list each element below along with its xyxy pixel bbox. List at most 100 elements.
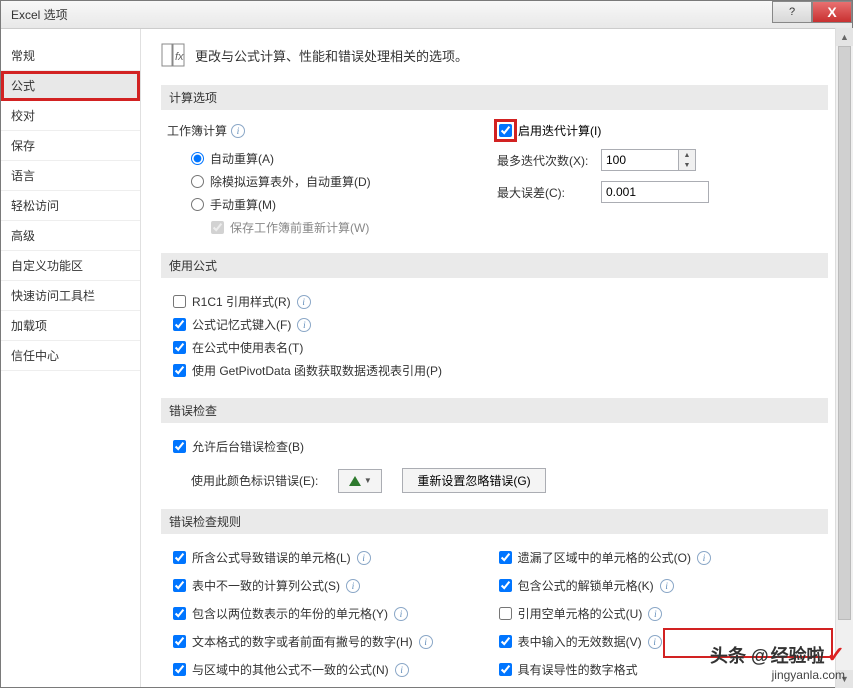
check-table-names[interactable]: 在公式中使用表名(T): [167, 336, 828, 359]
rule-two-digit-year[interactable]: 包含以两位数表示的年份的单元格(Y) i: [167, 602, 433, 625]
info-icon[interactable]: i: [395, 663, 409, 677]
error-color-picker[interactable]: ▼: [338, 469, 382, 493]
section-calc-options: 计算选项: [161, 85, 828, 110]
rules-right-col: 遗漏了区域中的单元格的公式(O) i 包含公式的解锁单元格(K)i 引用空单元格的…: [493, 546, 711, 681]
sidebar-item-language[interactable]: 语言: [1, 161, 140, 191]
rule-error-cells-input[interactable]: [173, 551, 186, 564]
rule-text-numbers[interactable]: 文本格式的数字或者前面有撇号的数字(H)i: [167, 630, 433, 653]
max-change-row: 最大误差(C):: [497, 181, 828, 203]
check-enable-iteration[interactable]: [499, 124, 512, 137]
sidebar-item-advanced[interactable]: 高级: [1, 221, 140, 251]
info-icon[interactable]: i: [648, 607, 662, 621]
spinner-buttons: ▲ ▼: [679, 149, 696, 171]
svg-text:fx: fx: [175, 51, 184, 63]
check-getpivot-label: 使用 GetPivotData 函数获取数据透视表引用(P): [192, 362, 442, 379]
rule-misleading-format-label: 具有误导性的数字格式: [518, 661, 638, 678]
close-button[interactable]: X: [812, 1, 852, 23]
check-bg-error-label: 允许后台错误检查(B): [192, 438, 304, 455]
rule-omit-cells-input[interactable]: [499, 551, 512, 564]
sidebar-item-general[interactable]: 常规: [1, 41, 140, 71]
rule-invalid-table-data[interactable]: 表中输入的无效数据(V) i: [493, 630, 711, 653]
formula-icon: fx: [161, 43, 185, 67]
max-iterations-spinner: ▲ ▼: [601, 149, 696, 171]
scroll-up-icon[interactable]: ▲: [836, 28, 853, 46]
sidebar-item-proofing[interactable]: 校对: [1, 101, 140, 131]
rule-inconsistent-col-input[interactable]: [173, 579, 186, 592]
rule-error-cells-label: 所含公式导致错误的单元格(L): [192, 549, 351, 566]
rule-invalid-table-data-input[interactable]: [499, 635, 512, 648]
info-icon[interactable]: i: [297, 318, 311, 332]
check-r1c1-input[interactable]: [173, 295, 186, 308]
sidebar-item-trust-center[interactable]: 信任中心: [1, 341, 140, 371]
check-recalc-before-save-label: 保存工作簿前重新计算(W): [230, 219, 369, 236]
sidebar-item-customize-ribbon[interactable]: 自定义功能区: [1, 251, 140, 281]
radio-auto-except[interactable]: 除模拟运算表外，自动重算(D): [167, 170, 437, 193]
info-icon[interactable]: i: [394, 607, 408, 621]
max-iterations-input[interactable]: [601, 149, 679, 171]
check-bg-error[interactable]: 允许后台错误检查(B): [167, 435, 828, 458]
rule-error-cells[interactable]: 所含公式导致错误的单元格(L) i: [167, 546, 433, 569]
rule-empty-ref[interactable]: 引用空单元格的公式(U)i: [493, 602, 711, 625]
rule-text-numbers-input[interactable]: [173, 635, 186, 648]
sidebar-item-addins[interactable]: 加载项: [1, 311, 140, 341]
info-icon[interactable]: i: [357, 551, 371, 565]
sidebar: 常规 公式 校对 保存 语言 轻松访问 高级 自定义功能区 快速访问工具栏 加载…: [1, 29, 141, 687]
check-autocomplete-input[interactable]: [173, 318, 186, 331]
radio-manual-input[interactable]: [191, 198, 204, 211]
spinner-up-icon[interactable]: ▲: [679, 150, 695, 160]
vertical-scrollbar[interactable]: ▲ ▼: [835, 28, 853, 688]
check-icon: ✓: [827, 642, 845, 668]
rule-omit-cells[interactable]: 遗漏了区域中的单元格的公式(O) i: [493, 546, 711, 569]
rule-2digit-year-label: 包含以两位数表示的年份的单元格(Y): [192, 605, 388, 622]
info-icon[interactable]: i: [419, 635, 433, 649]
titlebar-buttons: ? X: [772, 1, 852, 23]
scroll-track[interactable]: [836, 46, 853, 670]
sidebar-item-ease[interactable]: 轻松访问: [1, 191, 140, 221]
info-icon[interactable]: i: [648, 635, 662, 649]
rule-inconsistent-formula[interactable]: 与区域中的其他公式不一致的公式(N) i: [167, 658, 433, 681]
check-table-names-label: 在公式中使用表名(T): [192, 339, 303, 356]
rule-inconsistent-formula-input[interactable]: [173, 663, 186, 676]
info-icon[interactable]: i: [231, 124, 245, 138]
rule-2digit-year-input[interactable]: [173, 607, 186, 620]
rule-invalid-table-data-label: 表中输入的无效数据(V): [518, 633, 642, 650]
rule-empty-ref-input[interactable]: [499, 607, 512, 620]
rule-inconsistent-formula-label: 与区域中的其他公式不一致的公式(N): [192, 661, 389, 678]
check-getpivot[interactable]: 使用 GetPivotData 函数获取数据透视表引用(P): [167, 359, 828, 382]
calc-options: 工作簿计算 i 自动重算(A) 除模拟运算表外，自动重算(D) 手动重算(M): [161, 122, 828, 239]
rule-misleading-format-input[interactable]: [499, 663, 512, 676]
max-iterations-label: 最多迭代次数(X):: [497, 152, 593, 169]
radio-manual[interactable]: 手动重算(M): [167, 193, 437, 216]
check-r1c1[interactable]: R1C1 引用样式(R) i: [167, 290, 828, 313]
rule-misleading-format[interactable]: 具有误导性的数字格式: [493, 658, 711, 681]
scroll-thumb[interactable]: [838, 46, 851, 620]
section-error-rules: 错误检查规则: [161, 509, 828, 534]
check-autocomplete[interactable]: 公式记忆式键入(F) i: [167, 313, 828, 336]
check-table-names-input[interactable]: [173, 341, 186, 354]
info-icon[interactable]: i: [297, 295, 311, 309]
reset-ignored-button[interactable]: 重新设置忽略错误(G): [402, 468, 545, 493]
sidebar-item-save[interactable]: 保存: [1, 131, 140, 161]
rule-inconsistent-col[interactable]: 表中不一致的计算列公式(S)i: [167, 574, 433, 597]
radio-auto-except-input[interactable]: [191, 175, 204, 188]
max-iterations-row: 最多迭代次数(X): ▲ ▼: [497, 149, 828, 171]
rule-unlocked-formula-input[interactable]: [499, 579, 512, 592]
watermark-brand: 经验啦: [771, 642, 825, 668]
error-color-label: 使用此颜色标识错误(E):: [167, 472, 318, 489]
info-icon[interactable]: i: [346, 579, 360, 593]
workbook-calc-label-text: 工作簿计算: [167, 122, 227, 139]
sidebar-item-formulas[interactable]: 公式: [1, 71, 140, 101]
rule-omit-cells-label: 遗漏了区域中的单元格的公式(O): [518, 549, 691, 566]
check-getpivot-input[interactable]: [173, 364, 186, 377]
dialog-title: Excel 选项: [11, 6, 68, 23]
info-icon[interactable]: i: [660, 579, 674, 593]
radio-auto[interactable]: 自动重算(A): [167, 147, 437, 170]
check-bg-error-input[interactable]: [173, 440, 186, 453]
rule-unlocked-formula[interactable]: 包含公式的解锁单元格(K)i: [493, 574, 711, 597]
spinner-down-icon[interactable]: ▼: [679, 160, 695, 170]
help-button[interactable]: ?: [772, 1, 812, 23]
info-icon[interactable]: i: [697, 551, 711, 565]
max-change-input[interactable]: [601, 181, 709, 203]
sidebar-item-qat[interactable]: 快速访问工具栏: [1, 281, 140, 311]
radio-auto-input[interactable]: [191, 152, 204, 165]
